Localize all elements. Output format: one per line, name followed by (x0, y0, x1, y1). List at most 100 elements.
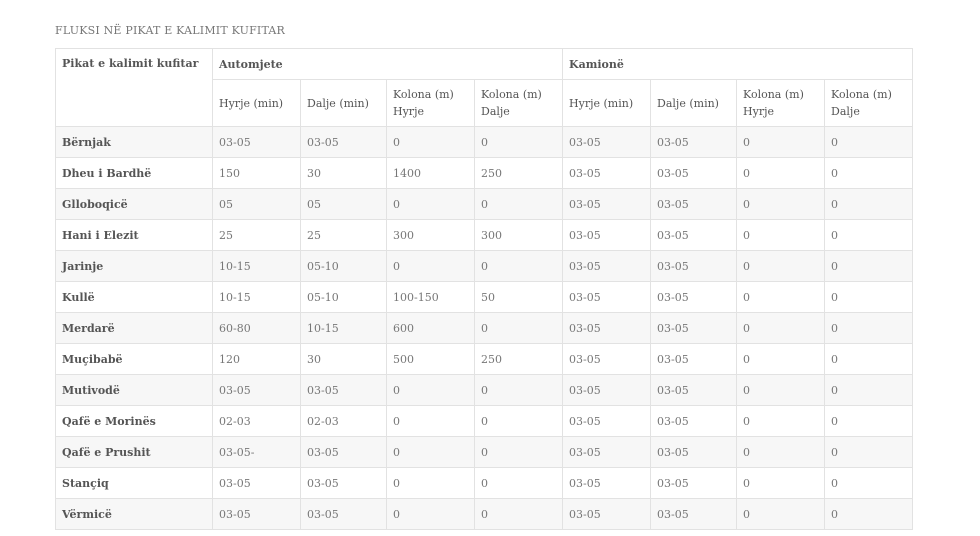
table-cell: 03-05 (300, 374, 387, 406)
table-cell: 03-05 (212, 467, 301, 499)
crossing-name-cell: Vërmicë (55, 498, 213, 530)
table-cell: 0 (824, 281, 914, 313)
table-cell: 0 (386, 498, 475, 530)
table-cell: 03-05 (562, 281, 652, 313)
table-cell: 0 (824, 250, 914, 282)
column-header: Dalje (min) (300, 79, 387, 127)
table-cell: 10-15 (212, 250, 301, 282)
table-cell: 0 (473, 250, 564, 282)
table-cell: 03-05 (562, 250, 652, 282)
table-cell: 0 (736, 312, 826, 344)
table-cell: 05 (300, 188, 387, 220)
column-header: Hyrje (min) (212, 79, 301, 127)
border-crossing-table: Pikat e kalimit kufitar Automjete Kamion… (55, 48, 914, 530)
table-cell: 0 (824, 126, 914, 158)
crossing-name-cell: Glloboqicë (55, 188, 213, 220)
table-cell: 0 (736, 219, 826, 251)
table-cell: 300 (386, 219, 475, 251)
table-cell: 0 (824, 405, 914, 437)
table-cell: 03-05 (650, 498, 738, 530)
crossing-name-cell: Hani i Elezit (55, 219, 213, 251)
table-cell: 0 (473, 188, 564, 220)
table-cell: 0 (736, 467, 826, 499)
table-cell: 0 (386, 436, 475, 468)
table-cell: 0 (386, 188, 475, 220)
table-cell: 03-05 (650, 343, 738, 375)
table-cell: 03-05 (650, 157, 738, 189)
crossing-name-cell: Mutivodë (55, 374, 213, 406)
table-cell: 0 (386, 250, 475, 282)
table-cell: 0 (473, 126, 564, 158)
table-row: Glloboqicë 05 05 0 0 03-05 03-05 0 0 (55, 188, 914, 220)
table-cell: 0 (824, 188, 914, 220)
table-cell: 100-150 (386, 281, 475, 313)
table-row: Qafë e Prushit 03-05- 03-05 0 0 03-05 03-05 0 0 (55, 436, 914, 468)
crossing-name-cell: Stançiq (55, 467, 213, 499)
table-cell: 0 (386, 405, 475, 437)
table-cell: 250 (473, 157, 564, 189)
table-cell: 03-05 (650, 374, 738, 406)
table-cell: 03-05 (562, 498, 652, 530)
column-header: Kolona (m) Dalje (824, 79, 914, 127)
table-cell: 03-05 (650, 436, 738, 468)
table-cell: 03-05 (650, 250, 738, 282)
table-cell: 03-05 (650, 219, 738, 251)
table-cell: 150 (212, 157, 301, 189)
table-cell: 0 (736, 157, 826, 189)
table-cell: 0 (386, 126, 475, 158)
table-row: Jarinje 10-15 05-10 0 0 03-05 03-05 0 0 (55, 250, 914, 282)
table-cell: 03-05 (300, 436, 387, 468)
table-cell: 0 (736, 498, 826, 530)
table-caption: FLUKSI NË PIKAT E KALIMIT KUFITAR (55, 24, 286, 37)
table-row: Vërmicë 03-05 03-05 0 0 03-05 03-05 0 0 (55, 498, 914, 530)
table-cell: 0 (736, 343, 826, 375)
table-row: Mutivodë 03-05 03-05 0 0 03-05 03-05 0 0 (55, 374, 914, 406)
table-cell: 03-05 (212, 374, 301, 406)
table-cell: 0 (736, 250, 826, 282)
table-cell: 03-05 (650, 312, 738, 344)
table-cell: 10-15 (300, 312, 387, 344)
table-cell: 0 (824, 312, 914, 344)
table-cell: 0 (473, 405, 564, 437)
table-cell: 0 (736, 188, 826, 220)
table-cell: 02-03 (212, 405, 301, 437)
table-cell: 03-05 (562, 374, 652, 406)
column-header: Kolona (m) Dalje (473, 79, 564, 127)
table-cell: 0 (736, 405, 826, 437)
table-cell: 03-05 (300, 467, 387, 499)
table-cell: 30 (300, 343, 387, 375)
table-cell: 03-05 (650, 281, 738, 313)
table-cell: 03-05 (562, 126, 652, 158)
table-cell: 0 (736, 436, 826, 468)
table-cell: 03-05 (562, 405, 652, 437)
table-cell: 0 (736, 126, 826, 158)
column-header: Dalje (min) (650, 79, 738, 127)
table-cell: 10-15 (212, 281, 301, 313)
table-cell: 05 (212, 188, 301, 220)
table-cell: 50 (473, 281, 564, 313)
table-cell: 05-10 (300, 281, 387, 313)
crossing-name-cell: Qafë e Morinës (55, 405, 213, 437)
table-cell: 30 (300, 157, 387, 189)
table-cell: 0 (473, 374, 564, 406)
group-header-vehicles: Automjete (211, 48, 564, 80)
table-row: Stançiq 03-05 03-05 0 0 03-05 03-05 0 0 (55, 467, 914, 499)
table-cell: 05-10 (300, 250, 387, 282)
crossing-name-cell: Muçibabë (55, 343, 213, 375)
table-cell: 300 (473, 219, 564, 251)
table-cell: 03-05 (650, 405, 738, 437)
table-cell: 03-05 (650, 126, 738, 158)
table-cell: 25 (300, 219, 387, 251)
table-cell: 0 (473, 498, 564, 530)
table-cell: 03-05 (300, 498, 387, 530)
table-cell: 0 (736, 374, 826, 406)
column-header: Kolona (m) Hyrje (736, 79, 826, 127)
crossing-name-cell: Jarinje (55, 250, 213, 282)
table-cell: 0 (473, 467, 564, 499)
column-header: Kolona (m) Hyrje (386, 79, 475, 127)
table-cell: 03-05 (650, 467, 738, 499)
table-cell: 03-05 (562, 312, 652, 344)
corner-header: Pikat e kalimit kufitar (55, 48, 213, 127)
table-row: Dheu i Bardhë 150 30 1400 250 03-05 03-05 0 0 (55, 157, 914, 189)
table-cell: 0 (824, 219, 914, 251)
